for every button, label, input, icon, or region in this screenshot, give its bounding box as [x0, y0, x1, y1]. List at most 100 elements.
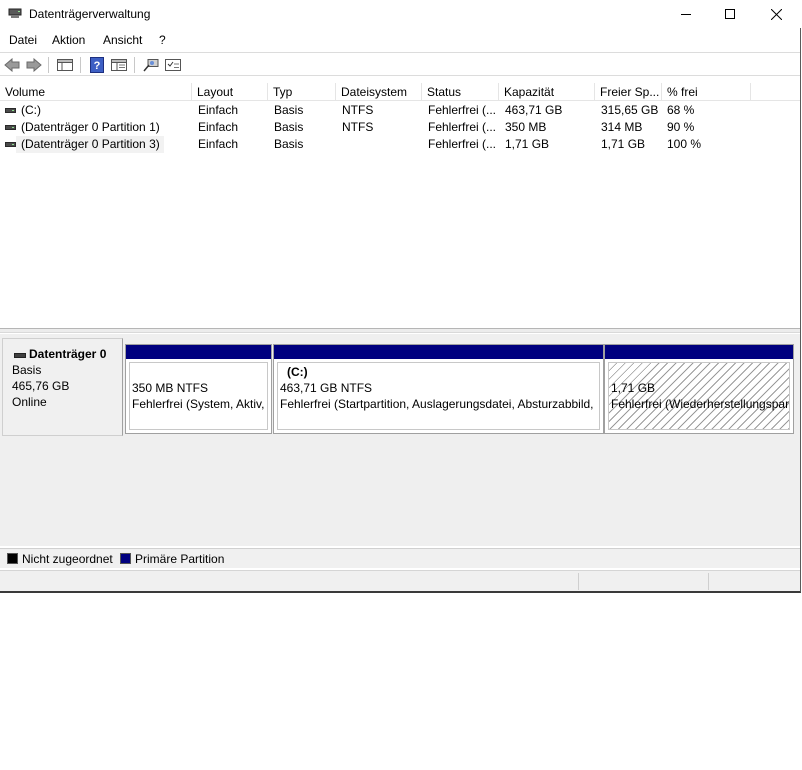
console-tree-icon	[57, 59, 73, 71]
volume-icon	[5, 142, 16, 147]
cell-status: Fehlerfrei (...	[428, 103, 497, 117]
disk-label[interactable]: Datenträger 0 Basis 465,76 GB Online	[2, 338, 123, 436]
status-pane	[708, 573, 800, 590]
partition-status: Fehlerfrei (Wiederherstellungspar	[611, 397, 790, 411]
menu-aktion[interactable]: Aktion	[52, 33, 85, 47]
partition-header	[274, 345, 603, 359]
disk-name: Datenträger 0	[29, 347, 107, 361]
checklist-button[interactable]	[164, 56, 182, 74]
back-icon	[4, 58, 20, 72]
status-pane	[578, 573, 708, 590]
svg-text:?: ?	[94, 60, 101, 72]
cell-prozent-frei: 100 %	[667, 137, 702, 151]
console-tree-button[interactable]	[56, 56, 74, 74]
cell-kapazitaet: 463,71 GB	[505, 103, 563, 117]
toolbar-separator	[80, 57, 81, 73]
disk-icon	[14, 353, 26, 358]
cell-freier-speicher: 314 MB	[601, 120, 643, 134]
legend-label-unallocated: Nicht zugeordnet	[22, 552, 113, 566]
toolbar-separator	[48, 57, 49, 73]
disk-graphical-view: Datenträger 0 Basis 465,76 GB Online 350…	[0, 334, 800, 546]
partition-size: 1,71 GB	[611, 381, 656, 395]
cell-status: Fehlerfrei (...	[428, 120, 497, 134]
table-row[interactable]: (Datenträger 0 Partition 1) Einfach Basi…	[0, 119, 800, 136]
forward-button[interactable]	[25, 56, 43, 74]
cell-prozent-frei: 90 %	[667, 120, 695, 134]
partition-title	[611, 365, 789, 379]
minimize-button[interactable]	[663, 0, 709, 28]
partition-system[interactable]: 350 MB NTFS Fehlerfrei (System, Aktiv,	[125, 344, 272, 434]
legend-swatch-unallocated	[7, 553, 18, 564]
partition-body: (C:) 463,71 GB NTFS Fehlerfrei (Startpar…	[277, 362, 600, 430]
disk-management-icon	[8, 8, 22, 18]
cell-prozent-frei: 68 %	[667, 103, 695, 117]
column-header-status[interactable]: Status	[422, 83, 499, 101]
disk-state: Online	[12, 395, 47, 409]
partition-status: Fehlerfrei (Startpartition, Auslagerungs…	[280, 397, 594, 411]
maximize-button[interactable]	[707, 0, 753, 28]
partition-status: Fehlerfrei (System, Aktiv,	[132, 397, 265, 411]
cell-volume: (C:)	[21, 103, 41, 117]
cell-layout: Einfach	[198, 103, 239, 117]
legend-bar: Nicht zugeordnet Primäre Partition	[0, 548, 800, 568]
cell-typ: Basis	[274, 103, 304, 117]
volume-icon	[5, 125, 16, 130]
forward-icon	[26, 58, 42, 72]
partition-size: 463,71 GB NTFS	[280, 381, 373, 395]
partition-body: 350 MB NTFS Fehlerfrei (System, Aktiv,	[129, 362, 268, 430]
toolbar-separator	[134, 57, 135, 73]
menu-bar: Datei Aktion Ansicht ?	[0, 30, 800, 50]
column-header-typ[interactable]: Typ	[268, 83, 336, 101]
partition-size: 350 MB NTFS	[132, 381, 209, 395]
help-button[interactable]: ?	[88, 56, 106, 74]
partition-header	[605, 345, 793, 359]
back-button[interactable]	[3, 56, 21, 74]
menu-help[interactable]: ?	[159, 33, 166, 47]
column-header-prozent-frei[interactable]: % frei	[662, 83, 751, 101]
cell-volume: (Datenträger 0 Partition 3)	[16, 136, 164, 153]
partition-c[interactable]: (C:) 463,71 GB NTFS Fehlerfrei (Startpar…	[273, 344, 604, 434]
disk-size: 465,76 GB	[12, 379, 70, 393]
column-header-kapazitaet[interactable]: Kapazität	[499, 83, 595, 101]
pane-splitter[interactable]	[0, 328, 800, 333]
menu-ansicht[interactable]: Ansicht	[103, 33, 142, 47]
partition-header	[126, 345, 271, 359]
cell-dateisystem: NTFS	[342, 120, 374, 134]
connect-icon	[143, 59, 159, 72]
cell-status: Fehlerfrei (...	[428, 137, 497, 151]
cell-typ: Basis	[274, 120, 304, 134]
disk-type: Basis	[12, 363, 42, 377]
legend-swatch-primary	[120, 553, 131, 564]
cell-volume: (Datenträger 0 Partition 1)	[21, 120, 160, 134]
column-header-volume[interactable]: Volume	[0, 83, 192, 101]
cell-typ: Basis	[274, 137, 304, 151]
cell-kapazitaet: 1,71 GB	[505, 137, 550, 151]
cell-layout: Einfach	[198, 120, 239, 134]
table-row[interactable]: (C:) Einfach Basis NTFS Fehlerfrei (... …	[0, 102, 800, 119]
volume-list: Volume Layout Typ Dateisystem Status Kap…	[0, 83, 800, 327]
table-row[interactable]: (Datenträger 0 Partition 3) Einfach Basi…	[0, 136, 800, 153]
partition-recovery[interactable]: 1,71 GB Fehlerfrei (Wiederherstellungspa…	[604, 344, 794, 434]
column-header-freier-speicher[interactable]: Freier Sp...	[595, 83, 662, 101]
column-header-dateisystem[interactable]: Dateisystem	[336, 83, 422, 101]
volume-icon	[5, 108, 16, 113]
help-icon: ?	[90, 57, 104, 73]
legend-label-primary: Primäre Partition	[135, 552, 225, 566]
maximize-icon	[725, 9, 735, 19]
cell-dateisystem	[337, 136, 422, 153]
close-icon	[770, 8, 782, 20]
connect-button[interactable]	[142, 56, 160, 74]
column-header-layout[interactable]: Layout	[192, 83, 268, 101]
menu-datei[interactable]: Datei	[9, 33, 37, 47]
toolbar: ?	[0, 52, 800, 76]
partition-body: 1,71 GB Fehlerfrei (Wiederherstellungspa…	[608, 362, 790, 430]
properties-button[interactable]	[110, 56, 128, 74]
status-bar	[0, 570, 800, 591]
disk-management-window: Datenträgerverwaltung Datei Aktion Ansic…	[0, 0, 801, 593]
checklist-icon	[165, 59, 181, 71]
close-button[interactable]	[753, 0, 799, 28]
cell-dateisystem: NTFS	[342, 103, 374, 117]
cell-kapazitaet: 350 MB	[505, 120, 547, 134]
partition-title	[132, 365, 267, 379]
minimize-icon	[681, 14, 691, 15]
